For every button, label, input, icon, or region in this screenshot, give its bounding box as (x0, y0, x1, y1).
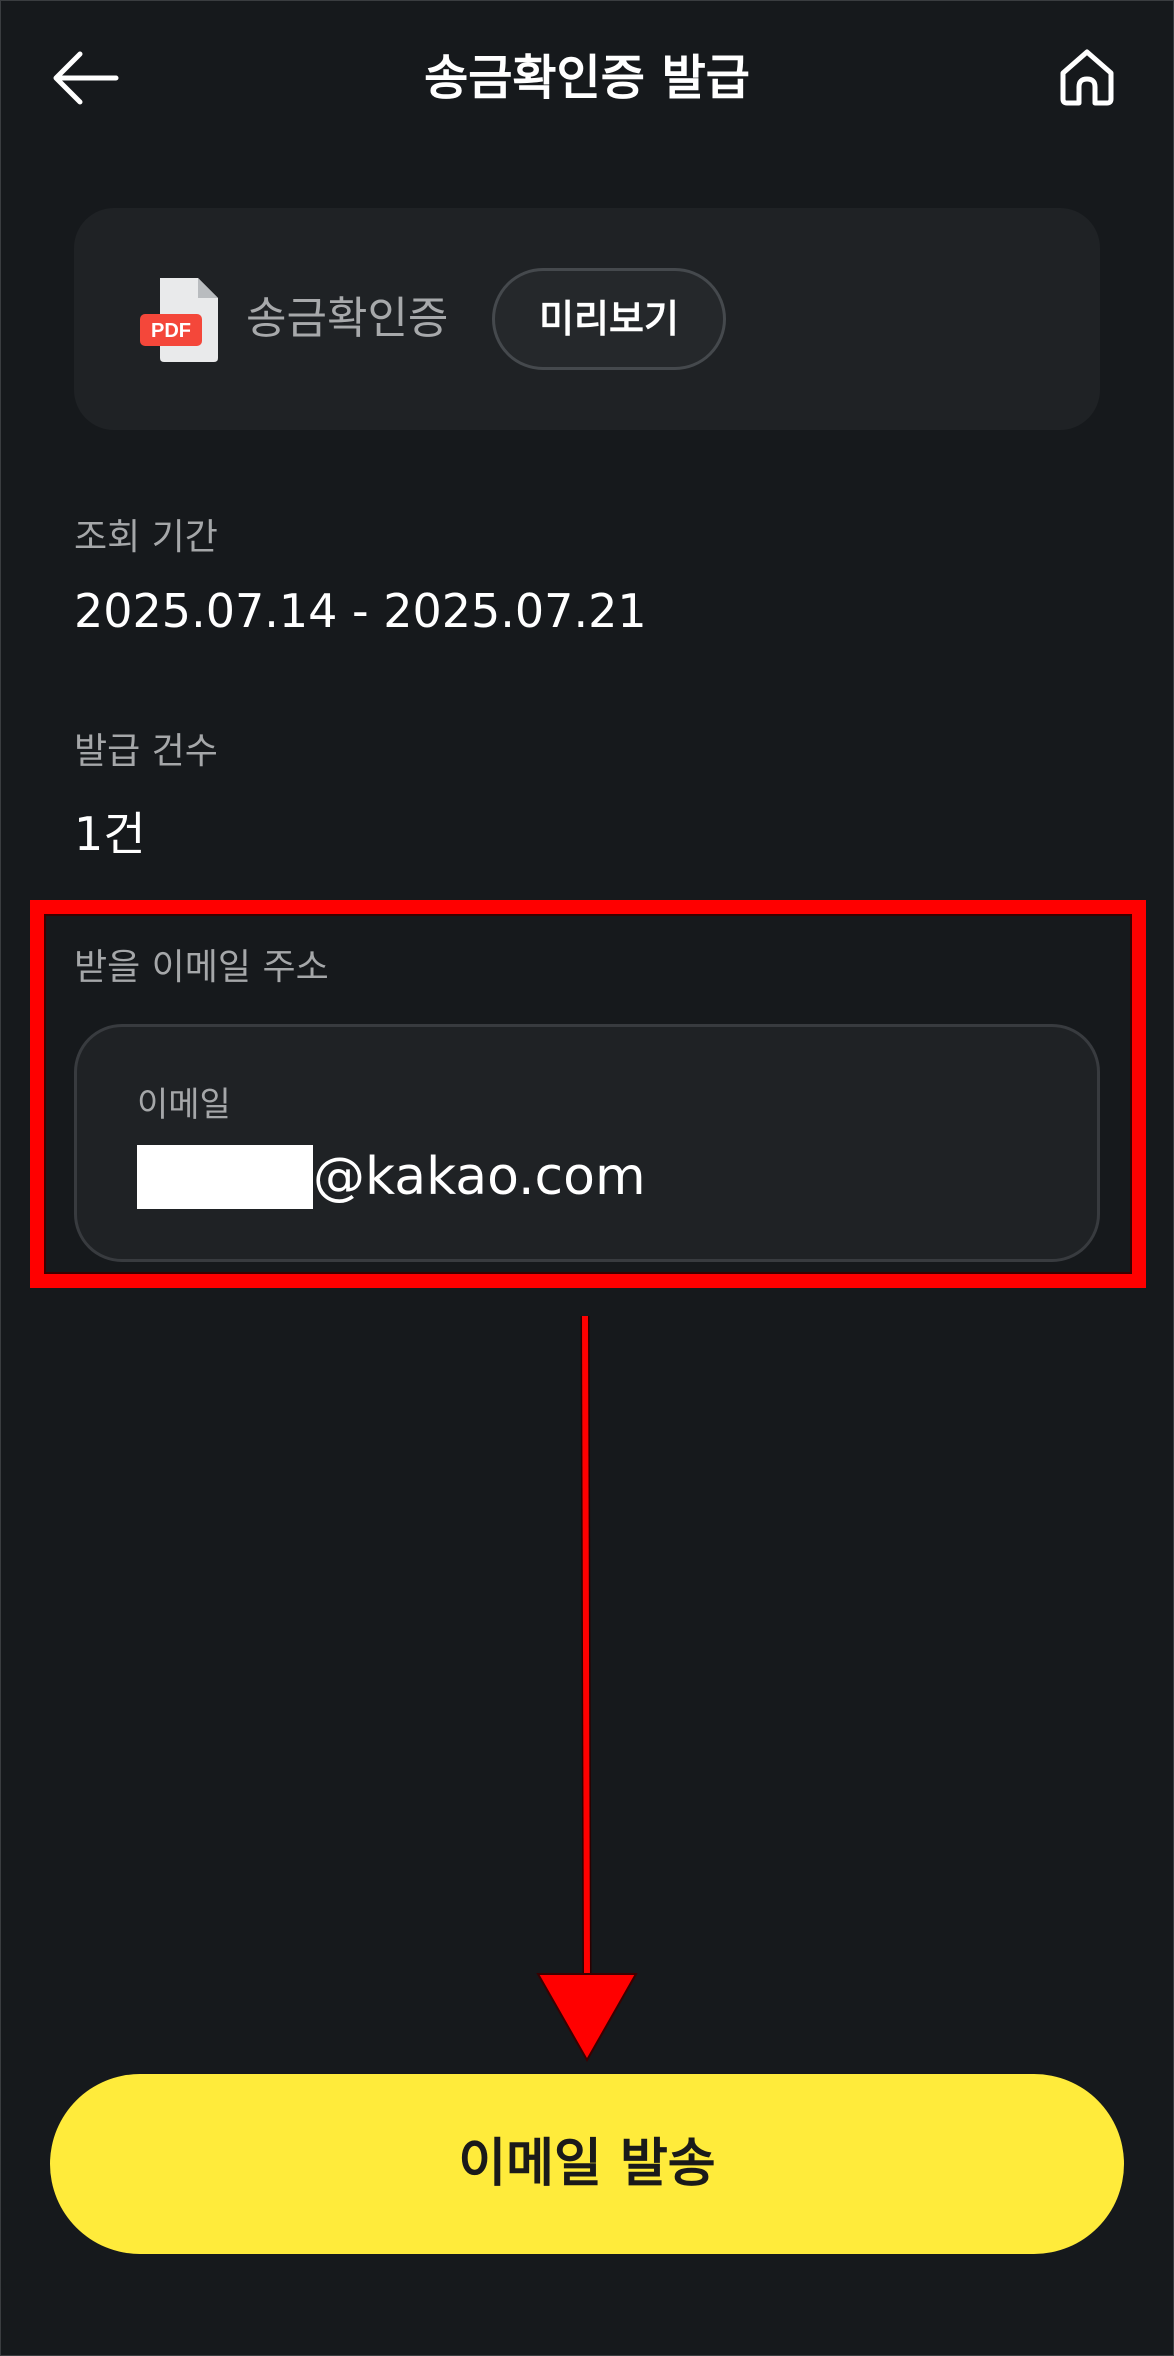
page-title: 송금확인증 발급 (424, 50, 750, 106)
preview-button[interactable]: 미리보기 (492, 268, 726, 370)
annotation-arrow-icon (536, 1315, 638, 2063)
period-value: 2025.07.14 - 2025.07.21 (74, 584, 647, 638)
period-label: 조회 기간 (74, 517, 218, 558)
home-button[interactable] (1055, 45, 1119, 109)
pdf-badge-text: PDF (151, 320, 191, 342)
document-name: 송금확인증 (246, 293, 449, 344)
highlight-box (30, 900, 1146, 1288)
document-card: PDF 송금확인증 미리보기 (74, 208, 1100, 430)
home-icon (1060, 49, 1114, 106)
pdf-file-icon: PDF (140, 276, 222, 364)
count-value: 1건 (74, 807, 146, 861)
count-label: 발급 건수 (74, 731, 218, 772)
send-email-button[interactable]: 이메일 발송 (50, 2074, 1124, 2254)
